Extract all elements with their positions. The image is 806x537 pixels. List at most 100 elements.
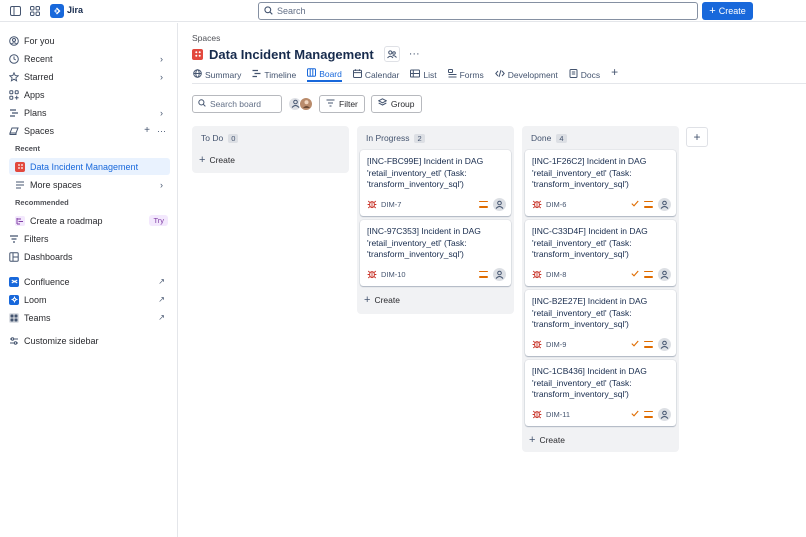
project-icon [15,161,25,172]
sidebar-item-label: Dashboards [24,251,73,262]
issue-card[interactable]: [INC-1CB436] Incident in DAG 'retail_inv… [525,360,676,426]
sidebar-item-for-you[interactable]: For you [9,32,170,49]
app-switcher-icon[interactable] [29,5,41,17]
card-title: [INC-1F26C2] Incident in DAG 'retail_inv… [532,156,647,189]
jira-logo-icon[interactable] [50,4,64,18]
sidebar-item-label: Starred [24,71,54,82]
issue-card[interactable]: [INC-B2E27E] Incident in DAG 'retail_inv… [525,290,676,356]
assignee-avatar-icon[interactable] [493,267,506,281]
tab-label: Summary [205,69,242,80]
sidebar-item-dashboards[interactable]: Dashboards [9,248,170,265]
avatar[interactable] [299,96,313,111]
add-column-button[interactable]: + [686,127,708,147]
issue-key[interactable]: DIM-6 [546,200,566,209]
tab-timeline[interactable]: Timeline [252,67,296,82]
issue-key[interactable]: DIM-7 [381,200,401,209]
issue-key[interactable]: DIM-9 [546,340,566,349]
tab-list[interactable]: List [410,67,437,82]
group-button-label: Group [390,98,415,109]
sidebar-item-label: For you [24,35,55,46]
apps-grid-icon [9,89,19,100]
plus-icon: + [364,294,371,306]
sidebar-item-label: Data Incident Management [30,161,139,172]
assignee-avatar-icon[interactable] [658,267,671,281]
tab-board[interactable]: Board [307,67,342,82]
plans-icon [9,108,19,118]
sidebar-item-more-spaces[interactable]: More spaces › [9,176,170,193]
assignee-avatar-icon[interactable] [658,337,671,351]
external-link-icon: ↗ [158,313,165,322]
assignee-avatar-icon[interactable] [493,197,506,211]
more-actions-icon[interactable]: ··· [409,48,420,60]
sidebar-item-filters[interactable]: Filters [9,230,170,247]
issue-card[interactable]: [INC-97C353] Incident in DAG 'retail_inv… [360,220,511,286]
chevron-right-icon[interactable]: › [160,72,163,82]
sidebar-item-starred[interactable]: Starred › [9,68,170,85]
priority-medium-icon [479,200,488,208]
issue-card[interactable]: [INC-C33D4F] Incident in DAG 'retail_inv… [525,220,676,286]
add-tab-icon[interactable]: + [611,65,618,83]
add-space-icon[interactable]: + [144,125,150,136]
tab-label: List [423,69,437,80]
tab-forms[interactable]: Forms [447,67,484,82]
card-title: [INC-FBC99E] Incident in DAG 'retail_inv… [367,156,484,189]
tab-summary[interactable]: Summary [193,67,241,82]
sidebar-item-plans[interactable]: Plans › [9,104,170,121]
team-members-button[interactable] [383,46,400,62]
sidebar-item-label: Plans [24,107,47,118]
issue-card[interactable]: [INC-FBC99E] Incident in DAG 'retail_inv… [360,150,511,216]
sidebar-item-label: Customize sidebar [24,335,99,346]
sidebar-item-data-incident-management[interactable]: Data Incident Management [9,158,170,175]
issue-key[interactable]: DIM-8 [546,270,566,279]
done-check-icon [631,270,639,279]
tab-calendar[interactable]: Calendar [352,67,399,82]
card-footer: DIM-6 [532,197,671,211]
try-badge[interactable]: Try [149,215,168,226]
create-issue-button[interactable]: + Create [192,150,349,170]
priority-medium-icon [644,200,653,208]
chevron-right-icon[interactable]: › [160,108,163,118]
sidebar-item-confluence[interactable]: Confluence ↗ [9,273,170,290]
issue-card[interactable]: [INC-1F26C2] Incident in DAG 'retail_inv… [525,150,676,216]
sidebar-item-label: Teams [24,312,51,323]
done-check-icon [631,200,639,209]
assignee-avatar-icon[interactable] [658,197,671,211]
sidebar-item-loom[interactable]: Loom ↗ [9,291,170,308]
sidebar-item-spaces[interactable]: Spaces + ··· [9,122,170,139]
chevron-right-icon[interactable]: › [160,180,163,190]
column-header[interactable]: To Do 0 [192,126,349,150]
tab-docs[interactable]: Docs [569,67,600,82]
recent-section-heading: Recent [15,144,41,153]
user-circle-icon [9,35,19,46]
column-header[interactable]: In Progress 2 [357,126,514,150]
priority-medium-icon [644,410,653,418]
group-button[interactable]: Group [370,94,422,113]
breadcrumb[interactable]: Spaces [192,33,220,43]
create-issue-button[interactable]: + Create [522,430,679,450]
issue-key[interactable]: DIM-10 [381,270,406,279]
filter-button[interactable]: Filter [319,94,365,113]
more-options-icon[interactable]: ··· [157,126,166,136]
page-header: Data Incident Management ··· [192,46,420,62]
tab-label: Docs [580,69,601,80]
assignee-avatar-icon[interactable] [658,407,671,421]
sidebar-item-teams[interactable]: Teams ↗ [9,309,170,326]
sidebar-item-recent[interactable]: Recent › [9,50,170,67]
sidebar-toggle-icon[interactable] [9,5,21,17]
tab-development[interactable]: Development [494,67,558,82]
sidebar-item-apps[interactable]: Apps [9,86,170,103]
create-button-label: Create [718,6,746,16]
sidebar-item-create-roadmap[interactable]: Create a roadmap Try [9,212,170,229]
search-input[interactable]: Search [258,2,698,20]
brand-name[interactable]: Jira [67,5,83,15]
chevron-right-icon[interactable]: › [160,54,163,64]
sidebar-item-customize[interactable]: Customize sidebar [9,332,170,349]
create-button[interactable]: + Create [702,2,753,20]
column-header[interactable]: Done 4 [522,126,679,150]
create-issue-button[interactable]: + Create [357,290,514,310]
issue-key[interactable]: DIM-11 [546,410,570,419]
sidebar: For you Recent › Starred › Apps Plans › … [0,23,178,537]
board-search-input[interactable]: Search board [192,94,282,113]
bug-icon [532,339,542,349]
card-footer: DIM-9 [532,337,671,351]
